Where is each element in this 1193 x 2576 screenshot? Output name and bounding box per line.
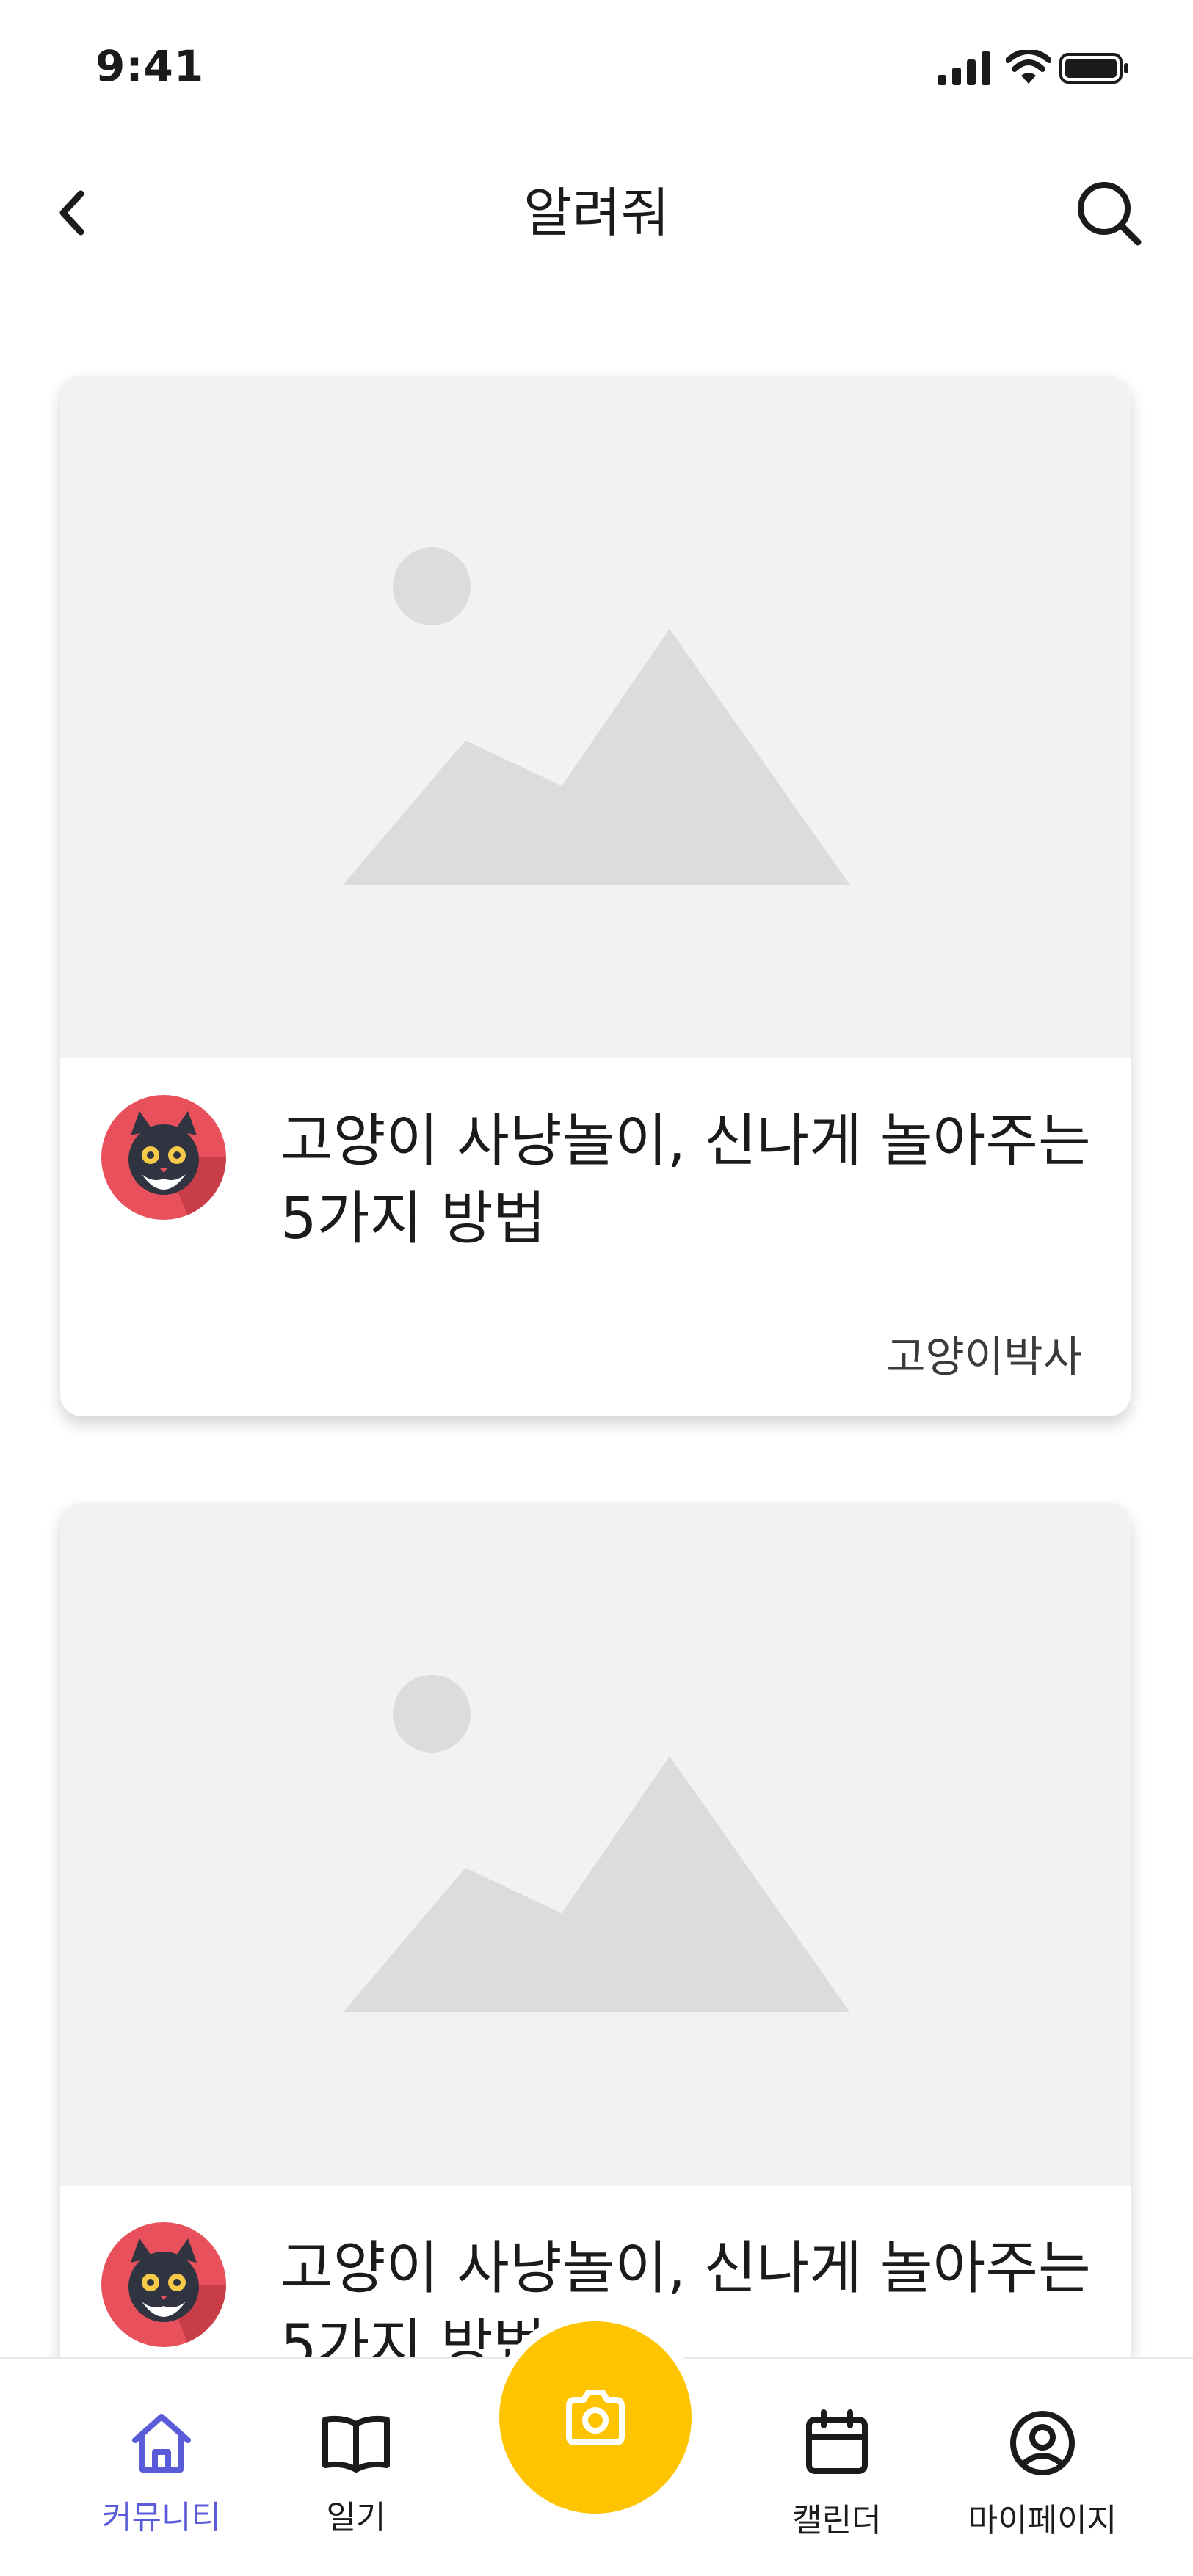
post-card[interactable]: 고양이 사냥놀이, 신나게 놀아주는 5가지 방법 고양이박사: [60, 376, 1131, 1416]
page-title: 알려줘: [523, 182, 670, 244]
search-icon: [1078, 182, 1142, 246]
image-placeholder-icon: [343, 547, 850, 885]
cat-avatar-icon: [101, 1095, 226, 1220]
post-title[interactable]: 고양이 사냥놀이, 신나게 놀아주는 5가지 방법: [280, 1102, 1103, 1258]
post-author: 고양이박사: [886, 1332, 1082, 1382]
calendar-icon: [797, 2403, 877, 2484]
image-placeholder-icon: [343, 1675, 850, 2012]
status-time: 9:41: [95, 41, 205, 91]
post-image-placeholder: [60, 376, 1131, 1058]
cat-avatar-icon: [101, 2222, 226, 2347]
tab-community[interactable]: 커뮤니티: [95, 2359, 228, 2576]
camera-button[interactable]: [499, 2321, 692, 2514]
tab-label: 일기: [326, 2499, 386, 2536]
tab-label: 마이페이지: [968, 2502, 1117, 2539]
status-bar: 9:41: [0, 0, 1193, 125]
post-image-placeholder: [60, 1503, 1131, 2186]
author-avatar[interactable]: [101, 2222, 226, 2347]
tab-mypage[interactable]: 마이페이지: [954, 2359, 1131, 2576]
tab-label: 캘린더: [792, 2502, 882, 2539]
nav-bar: 알려줘: [0, 147, 1193, 279]
user-circle-icon: [1002, 2403, 1083, 2484]
camera-icon: [566, 2390, 625, 2445]
home-icon: [121, 2403, 202, 2484]
status-icons: [936, 48, 1130, 94]
tab-label: 커뮤니티: [102, 2499, 221, 2536]
author-avatar[interactable]: [101, 1095, 226, 1220]
signal-icon: [936, 50, 995, 87]
search-button[interactable]: [1068, 172, 1149, 253]
tab-calendar[interactable]: 캘린더: [764, 2359, 910, 2576]
book-icon: [316, 2403, 396, 2484]
tab-diary[interactable]: 일기: [294, 2359, 418, 2576]
battery-icon: [1059, 50, 1130, 87]
wifi-icon: [1005, 48, 1052, 87]
